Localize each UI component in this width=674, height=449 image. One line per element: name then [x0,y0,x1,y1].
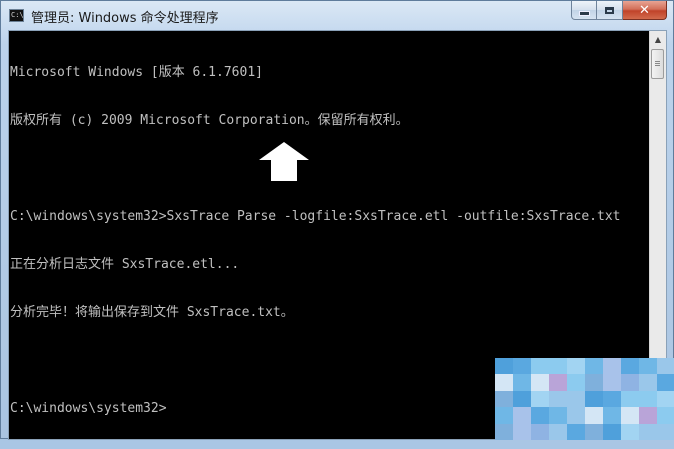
watermark-tile [567,390,585,408]
watermark-tile [585,423,603,440]
watermark-tile [585,374,603,391]
watermark-tile [657,358,674,375]
caption-buttons: ✕ [571,1,667,21]
watermark-tile [603,374,621,391]
watermark-tile [513,374,531,391]
watermark-tile [531,423,549,440]
watermark-tile [639,390,657,408]
console-line: 正在分析日志文件 SxsTrace.etl... [10,257,240,272]
watermark-tile [567,358,585,375]
minimize-icon [578,10,590,16]
watermark-tile [621,407,639,424]
watermark-tile [657,390,674,408]
console-line: 版权所有 (c) 2009 Microsoft Corporation。保留所有… [10,113,409,128]
watermark-tile [585,358,603,375]
watermark-tile [621,423,639,440]
watermark-tile [549,423,567,440]
watermark-tile [513,358,531,375]
watermark-tile [549,374,567,391]
window-title: 管理员: Windows 命令处理程序 [31,11,219,26]
close-button[interactable]: ✕ [623,1,667,20]
maximize-button[interactable] [597,1,623,20]
watermark-tile [531,374,549,391]
up-arrow-icon [259,142,309,181]
watermark-tile [495,358,513,375]
console-window: C:\ 管理员: Windows 命令处理程序 ✕ Microsoft Wind… [0,0,674,440]
maximize-icon [605,6,614,14]
watermark-tile [639,423,657,440]
watermark-tile [657,407,674,424]
console-line: C:\windows\system32>SxsTrace Parse -logf… [10,209,621,224]
watermark-tile [549,407,567,424]
grip-line [655,61,660,62]
watermark-tile [639,358,657,375]
grip-line [655,63,660,64]
watermark-tile [603,423,621,440]
minimize-button[interactable] [571,1,597,20]
watermark-tile [531,390,549,408]
watermark-tile [549,390,567,408]
console-line: Microsoft Windows [版本 6.1.7601] [10,65,263,80]
title-bar[interactable]: C:\ 管理员: Windows 命令处理程序 ✕ [1,1,673,31]
watermark-tile [603,407,621,424]
cmd-icon[interactable]: C:\ [9,9,24,22]
watermark-tile [621,390,639,408]
console-line: 分析完毕！将输出保存到文件 SxsTrace.txt。 [10,305,294,320]
watermark-tile [657,374,674,391]
watermark-tile [567,374,585,391]
watermark-tile [603,390,621,408]
watermark-tile [495,407,513,424]
watermark-tile [585,390,603,408]
close-icon: ✕ [639,2,650,18]
watermark-tile [513,407,531,424]
watermark-tile [531,407,549,424]
watermark-tile [603,358,621,375]
pixelated-watermark [495,358,674,440]
watermark-tile [495,390,513,408]
scrollbar-thumb[interactable] [651,49,664,79]
watermark-tile [621,374,639,391]
watermark-tile [495,423,513,440]
watermark-tile [639,407,657,424]
watermark-tile [495,374,513,391]
watermark-tile [567,423,585,440]
watermark-tile [621,358,639,375]
watermark-tile [567,407,585,424]
scroll-up-icon: ▲ [654,35,662,44]
grip-line [655,65,660,66]
watermark-tile [513,390,531,408]
cmd-icon-text: C:\ [11,11,24,19]
watermark-tile [549,358,567,375]
watermark-tile [657,423,674,440]
scroll-up-button[interactable]: ▲ [650,31,666,48]
watermark-tile [513,423,531,440]
watermark-tile [585,407,603,424]
watermark-tile [639,374,657,391]
watermark-tile [531,358,549,375]
